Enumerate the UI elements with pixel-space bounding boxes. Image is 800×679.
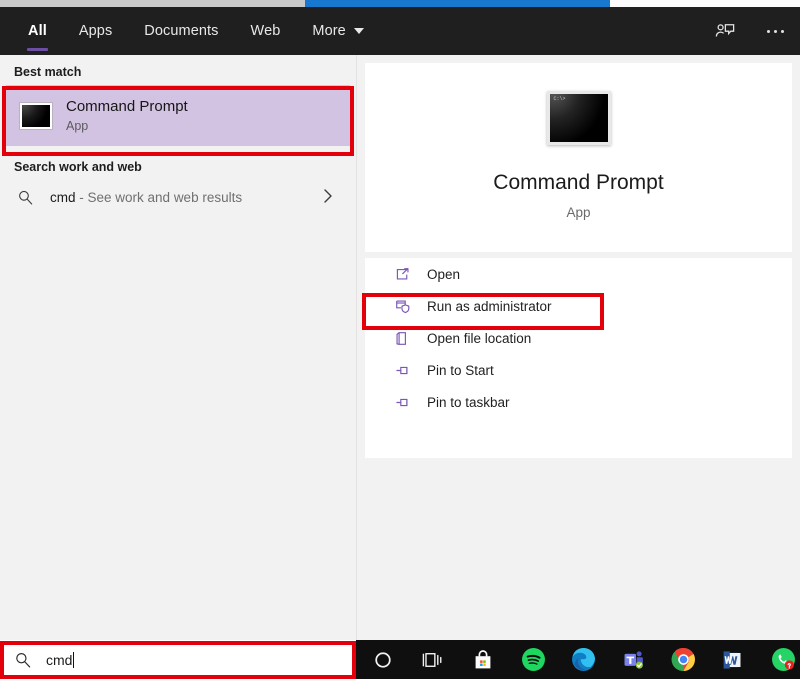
action-pin-to-taskbar-label: Pin to taskbar [427,395,510,410]
chevron-down-icon [354,28,364,34]
microsoft-store-icon[interactable] [470,647,496,673]
command-prompt-icon [20,103,52,129]
detail-app-name: Command Prompt [365,171,792,195]
command-prompt-icon [547,91,611,145]
tab-web-label: Web [251,23,281,39]
task-view-icon[interactable] [420,647,446,673]
app-detail-pane: Command Prompt App Open [357,55,800,640]
search-input-value[interactable]: cmd [46,652,74,668]
windows-search-panel: All Apps Documents Web More [0,7,800,640]
action-run-as-administrator-label: Run as administrator [427,299,552,314]
action-pin-to-taskbar[interactable]: Pin to taskbar [365,386,792,418]
folder-page-icon [391,327,413,349]
taskbar-icon-group [360,640,796,679]
action-pin-to-start[interactable]: Pin to Start [365,354,792,386]
work-web-query: cmd [50,190,76,205]
search-icon [14,651,32,669]
pin-icon [391,391,413,413]
tab-all[interactable]: All [12,7,63,55]
tab-all-label: All [28,23,47,39]
search-filter-header: All Apps Documents Web More [0,7,800,55]
taskbar-search-box[interactable]: cmd [0,640,356,679]
chevron-right-icon[interactable] [322,187,334,210]
best-match-section-label: Best match [0,55,356,87]
microsoft-edge-icon[interactable] [570,647,596,673]
best-match-title: Command Prompt [66,98,188,117]
app-preview-card: Command Prompt App [365,63,792,252]
tab-more[interactable]: More [296,7,379,55]
tab-web[interactable]: Web [235,7,297,55]
action-open-label: Open [427,267,460,282]
ellipsis-icon[interactable] [760,16,790,46]
action-open[interactable]: Open [365,258,792,290]
background-window-blue [305,0,610,7]
tab-documents-label: Documents [144,23,218,39]
action-open-file-location[interactable]: Open file location [365,322,792,354]
tab-apps[interactable]: Apps [63,7,128,55]
microsoft-word-icon[interactable] [720,647,746,673]
text-cursor [73,652,74,668]
action-open-file-location-label: Open file location [427,331,531,346]
shield-window-icon [391,295,413,317]
search-icon [14,189,36,206]
pin-icon [391,359,413,381]
work-web-result-item[interactable]: cmd - See work and web results [0,177,356,217]
best-match-result-command-prompt[interactable]: Command Prompt App [6,85,350,146]
search-filter-tabs: All Apps Documents Web More [12,7,380,55]
action-run-as-administrator[interactable]: Run as administrator [365,290,792,322]
search-input-text: cmd [46,652,72,668]
microsoft-teams-icon[interactable] [620,647,646,673]
google-chrome-icon[interactable] [670,647,696,673]
app-actions-card: Open Run as administrator [365,258,792,458]
detail-app-kind: App [365,205,792,220]
search-results-pane: Best match Command Prompt App Search wor… [0,55,357,640]
whatsapp-icon[interactable] [770,647,796,673]
desktop-background-strip [0,0,800,7]
tab-apps-label: Apps [79,23,112,39]
spotify-icon[interactable] [520,647,546,673]
header-action-group [710,7,790,55]
action-pin-to-start-label: Pin to Start [427,363,494,378]
tab-more-label: More [312,23,345,39]
work-web-description: - See work and web results [76,190,243,205]
best-match-subtitle: App [66,119,188,133]
tab-documents[interactable]: Documents [128,7,234,55]
open-external-icon [391,263,413,285]
feedback-person-icon[interactable] [710,16,740,46]
cortana-icon[interactable] [370,647,396,673]
